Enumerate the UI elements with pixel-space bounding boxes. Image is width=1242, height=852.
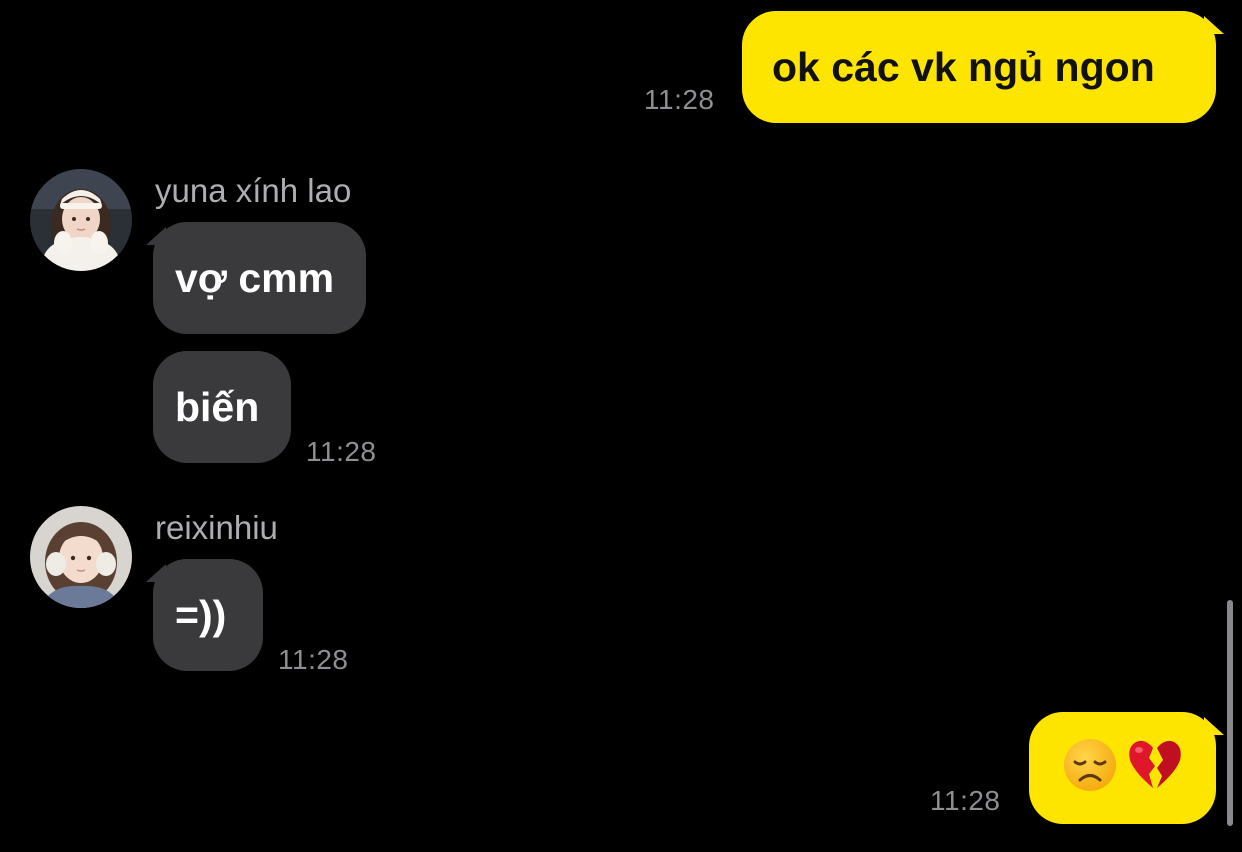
bubble-tail (1204, 16, 1224, 34)
incoming-message-bubble[interactable]: =)) (153, 559, 263, 671)
avatar-reixinhiu[interactable] (30, 506, 132, 608)
message-timestamp: 11:28 (644, 84, 715, 115)
outgoing-message-bubble[interactable] (1029, 712, 1216, 824)
incoming-message-bubble[interactable]: vợ cmm (153, 222, 366, 334)
message-timestamp: 11:28 (278, 644, 349, 675)
message-text: vợ cmm (175, 254, 335, 301)
incoming-message-bubble[interactable]: biến (153, 351, 291, 463)
message-text: ok các vk ngủ ngon (772, 43, 1155, 90)
disappointed-face-icon (1063, 738, 1117, 799)
avatar-yuna[interactable] (30, 169, 132, 271)
message-text: biến (175, 383, 260, 430)
message-timestamp: 11:28 (930, 785, 1001, 816)
bubble-tail (1204, 717, 1224, 735)
message-timestamp: 11:28 (306, 436, 377, 467)
outgoing-message-bubble[interactable]: ok các vk ngủ ngon (742, 11, 1216, 123)
profile-photo-icon (30, 169, 132, 271)
broken-heart-icon (1127, 738, 1183, 799)
profile-photo-icon (30, 506, 132, 608)
sender-name: yuna xính lao (155, 172, 352, 209)
sender-name: reixinhiu (155, 509, 278, 546)
scrollbar-thumb[interactable] (1227, 600, 1233, 826)
message-text: =)) (175, 591, 227, 638)
